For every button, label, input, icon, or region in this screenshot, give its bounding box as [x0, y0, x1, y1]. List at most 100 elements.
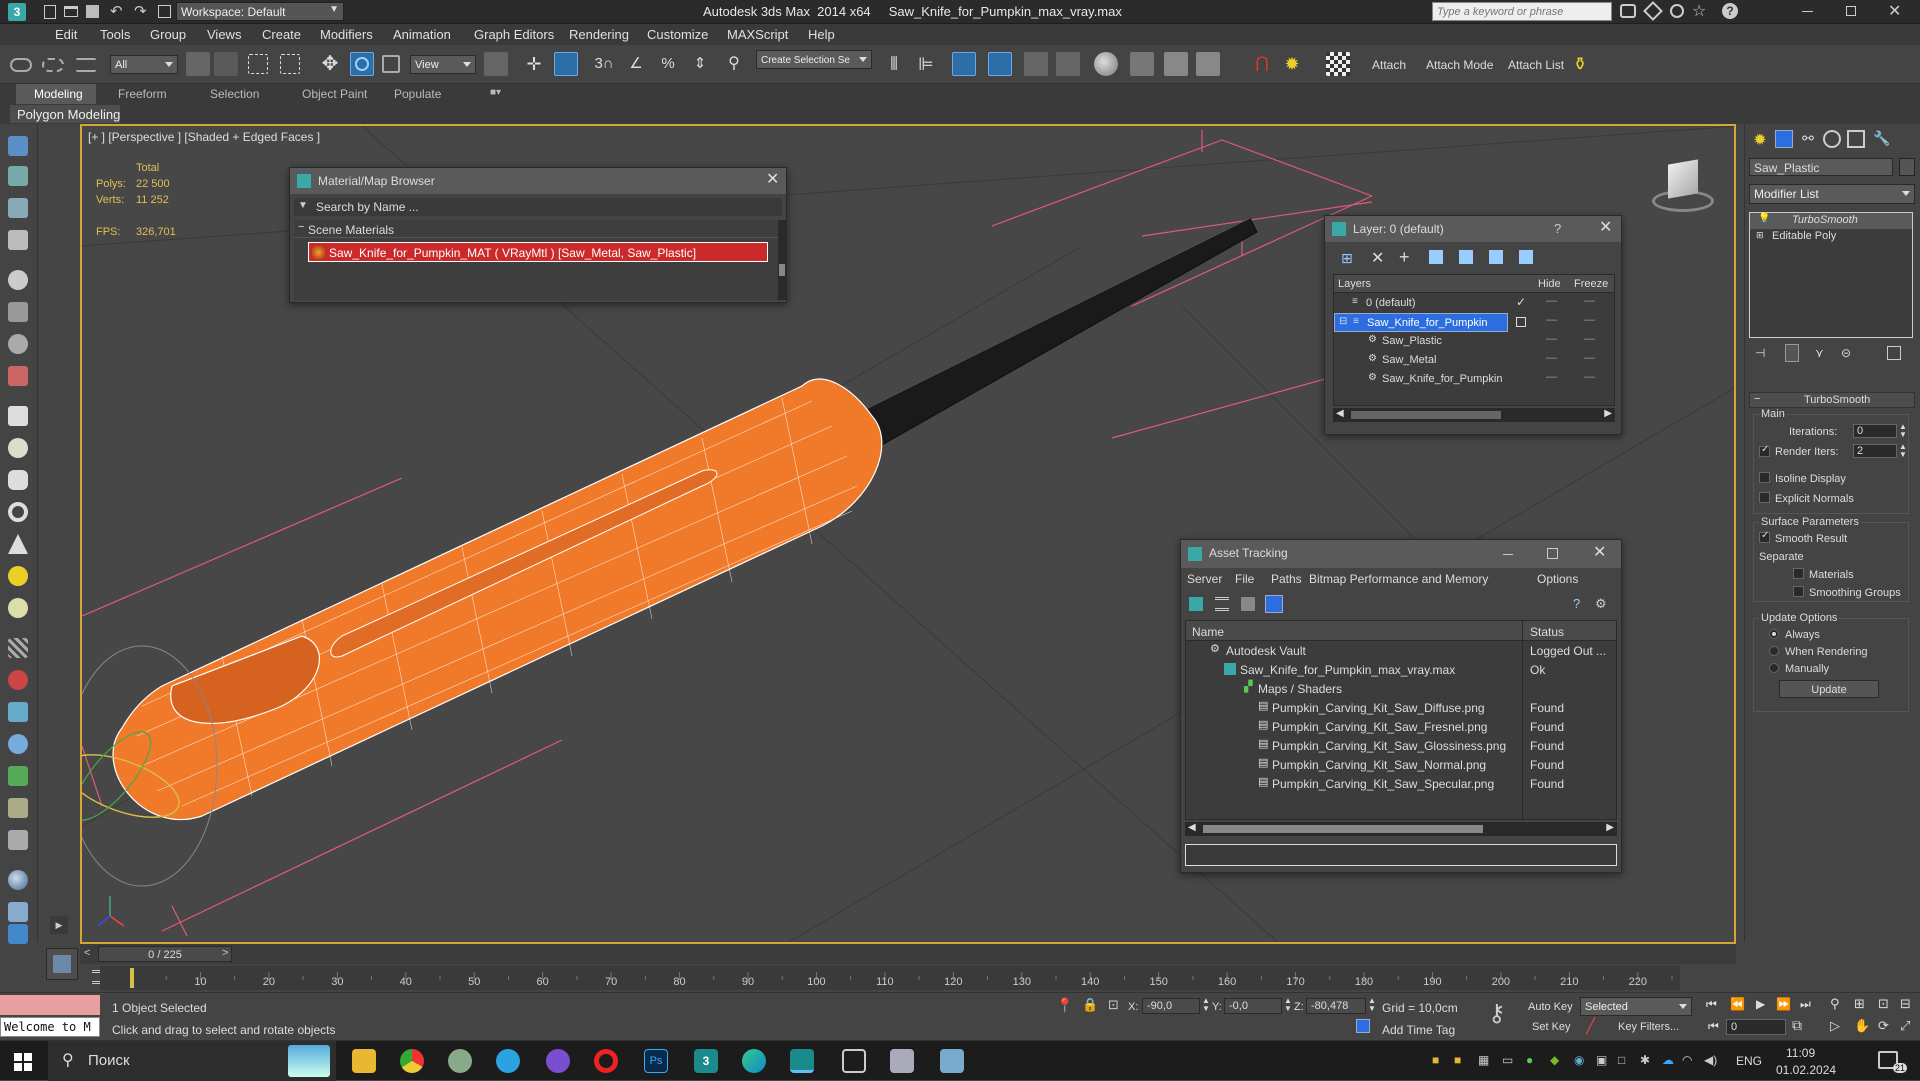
vray-light-icon[interactable]: ✹	[1280, 52, 1304, 76]
display-sphere-icon[interactable]	[8, 870, 28, 890]
key-icon[interactable]: ⚷	[1488, 999, 1506, 1028]
scroll-right-icon[interactable]: ▶	[1604, 408, 1612, 419]
schematic-view-icon[interactable]	[1056, 52, 1080, 76]
x-coordinate-field[interactable]: -90,0	[1142, 998, 1200, 1014]
play-icon[interactable]: ▶	[1756, 997, 1765, 1011]
tray-nvidia-icon[interactable]: ◆	[1550, 1053, 1559, 1067]
manually-radio[interactable]	[1769, 663, 1779, 673]
smooth-result-checkbox[interactable]	[1759, 530, 1770, 543]
binoculars-icon[interactable]	[1620, 4, 1636, 18]
clock-time[interactable]: 11:09	[1786, 1046, 1815, 1060]
hair-tool-icon[interactable]	[8, 798, 28, 818]
freeze-dash[interactable]: ―	[1584, 352, 1595, 364]
menu-graph-editors[interactable]: Graph Editors	[474, 27, 554, 42]
layer-manager-header[interactable]: Layer: 0 (default) ? ✕	[1325, 216, 1621, 242]
show-end-result-icon[interactable]	[1785, 344, 1799, 362]
system-tool-icon[interactable]	[8, 734, 28, 754]
cylinder-create-icon[interactable]	[8, 470, 28, 490]
modifier-list-dropdown[interactable]: Modifier List	[1749, 184, 1915, 204]
photoshop-icon[interactable]: Ps	[644, 1049, 668, 1073]
table-view-icon[interactable]	[1265, 595, 1283, 613]
menu-create[interactable]: Create	[262, 27, 301, 42]
tray-cloud-icon[interactable]: ☁	[1662, 1053, 1674, 1067]
select-in-layer-icon[interactable]	[1429, 250, 1443, 264]
current-frame-field[interactable]: 0	[1726, 1019, 1786, 1035]
select-manipulate-icon[interactable]: ✛	[522, 52, 546, 76]
layer-row[interactable]: ≡ 0 (default) ✓ ― ―	[1334, 294, 1614, 313]
spinner-arrows-icon[interactable]: ▲ ▼	[1899, 443, 1907, 459]
menu-maxscript[interactable]: MAXScript	[727, 27, 788, 42]
close-icon[interactable]: ✕	[1599, 220, 1612, 236]
motion-tool-icon[interactable]	[8, 366, 28, 386]
menu-tools[interactable]: Tools	[100, 27, 130, 42]
next-frame-icon[interactable]: ⏩	[1776, 997, 1791, 1011]
app-icon[interactable]: 3	[8, 3, 26, 21]
particle-tool-icon[interactable]	[8, 670, 28, 690]
set-key-button[interactable]: Set Key	[1532, 1021, 1571, 1033]
maximize-viewport-icon[interactable]: ⤢	[1900, 1018, 1910, 1034]
asset-row[interactable]: Saw_Knife_for_Pumpkin_max_vray.max Ok	[1186, 660, 1616, 679]
sun-light-icon[interactable]	[8, 566, 28, 586]
clock-date[interactable]: 01.02.2024	[1776, 1063, 1836, 1077]
highlight-layer-icon[interactable]	[1459, 250, 1473, 264]
field-of-view-icon[interactable]: ▷	[1830, 1018, 1840, 1034]
close-icon[interactable]: ✕	[766, 172, 779, 188]
pivot-center-icon[interactable]	[484, 52, 508, 76]
menu-modifiers[interactable]: Modifiers	[320, 27, 373, 42]
tab-modeling[interactable]: Modeling	[34, 87, 83, 101]
quick-access-new-icon[interactable]	[44, 5, 56, 19]
input-language[interactable]: ENG	[1736, 1054, 1762, 1068]
asset-row[interactable]: ▤ Pumpkin_Carving_Kit_Saw_Fresnel.png Fo…	[1186, 717, 1616, 736]
scroll-right-icon[interactable]: ▶	[1606, 822, 1614, 833]
angle-snap-icon[interactable]: ∠	[624, 52, 648, 76]
when-rendering-radio[interactable]	[1769, 646, 1779, 656]
polygon-modeling-label[interactable]: Polygon Modeling	[17, 107, 120, 122]
materials-checkbox[interactable]	[1793, 568, 1804, 579]
asset-row[interactable]: ▤ Pumpkin_Carving_Kit_Saw_Glossiness.png…	[1186, 736, 1616, 755]
create-layer-icon[interactable]: ⊞	[1341, 250, 1357, 266]
time-configuration-icon[interactable]: ⧉	[1792, 1017, 1802, 1034]
favorites-star-icon[interactable]: ☆	[1692, 1, 1706, 21]
time-slider-thumb[interactable]: 0 / 225	[98, 946, 232, 962]
hierarchy-tool-icon[interactable]	[8, 334, 28, 354]
maxscript-listener[interactable]	[0, 995, 100, 1015]
opera-icon[interactable]	[594, 1049, 618, 1073]
material-browser-scrollbar[interactable]	[778, 220, 786, 300]
isoline-checkbox[interactable]	[1759, 472, 1770, 483]
workspace-dropdown[interactable]: Workspace: Default ▼	[176, 2, 344, 21]
ribbon-options-icon[interactable]: ■▾	[490, 87, 501, 98]
go-to-end-icon[interactable]: ⏭	[1800, 997, 1811, 1012]
current-layer-box[interactable]	[1516, 317, 1526, 327]
tab-populate[interactable]: Populate	[394, 87, 441, 101]
tray-app-icon[interactable]: ■	[1454, 1053, 1461, 1067]
remove-modifier-icon[interactable]: ⊝	[1841, 346, 1851, 360]
subscription-icon[interactable]	[1643, 1, 1663, 21]
sphere-create-icon[interactable]	[8, 438, 28, 458]
layer-object-row[interactable]: ⚙ Saw_Metal ― ―	[1334, 351, 1614, 370]
mini-curve-editor-toggle[interactable]	[46, 948, 78, 980]
tray-network-icon[interactable]: ▦	[1478, 1053, 1489, 1067]
attach-mode-button[interactable]: Attach Mode	[1426, 58, 1493, 72]
tray-green-icon[interactable]: ●	[1526, 1053, 1533, 1067]
wifi-icon[interactable]: ◠	[1682, 1053, 1692, 1067]
help-icon[interactable]: ?	[1722, 3, 1738, 19]
utilities-tab-icon[interactable]: 🔧	[1873, 130, 1891, 148]
material-tool-icon[interactable]	[8, 166, 28, 186]
asset-hscrollbar[interactable]: ◀ ▶	[1185, 822, 1617, 836]
freeze-dash[interactable]: ―	[1584, 333, 1595, 345]
hide-dash[interactable]: ―	[1546, 295, 1557, 307]
settings-icon[interactable]: ⚙	[1595, 596, 1607, 612]
iterations-spinner[interactable]: 0	[1853, 424, 1897, 438]
always-radio[interactable]	[1769, 629, 1779, 639]
maxscript-mini-listener[interactable]: Welcome to M	[0, 1017, 100, 1037]
stack-item-editable-poly[interactable]: ⊞ Editable Poly	[1750, 229, 1912, 245]
communication-center-icon[interactable]	[1670, 4, 1684, 18]
key-mode-toggle-icon[interactable]: ⏮	[1708, 1019, 1719, 1034]
bluetooth-icon[interactable]: ✱	[1640, 1053, 1650, 1067]
chrome-icon[interactable]	[400, 1049, 424, 1073]
previous-frame-icon[interactable]: ⏪	[1730, 997, 1745, 1011]
tab-freeform[interactable]: Freeform	[118, 87, 167, 101]
render-setup-icon[interactable]	[1130, 52, 1154, 76]
grid-tool-icon[interactable]	[8, 638, 28, 658]
notepad-icon[interactable]	[940, 1049, 964, 1073]
